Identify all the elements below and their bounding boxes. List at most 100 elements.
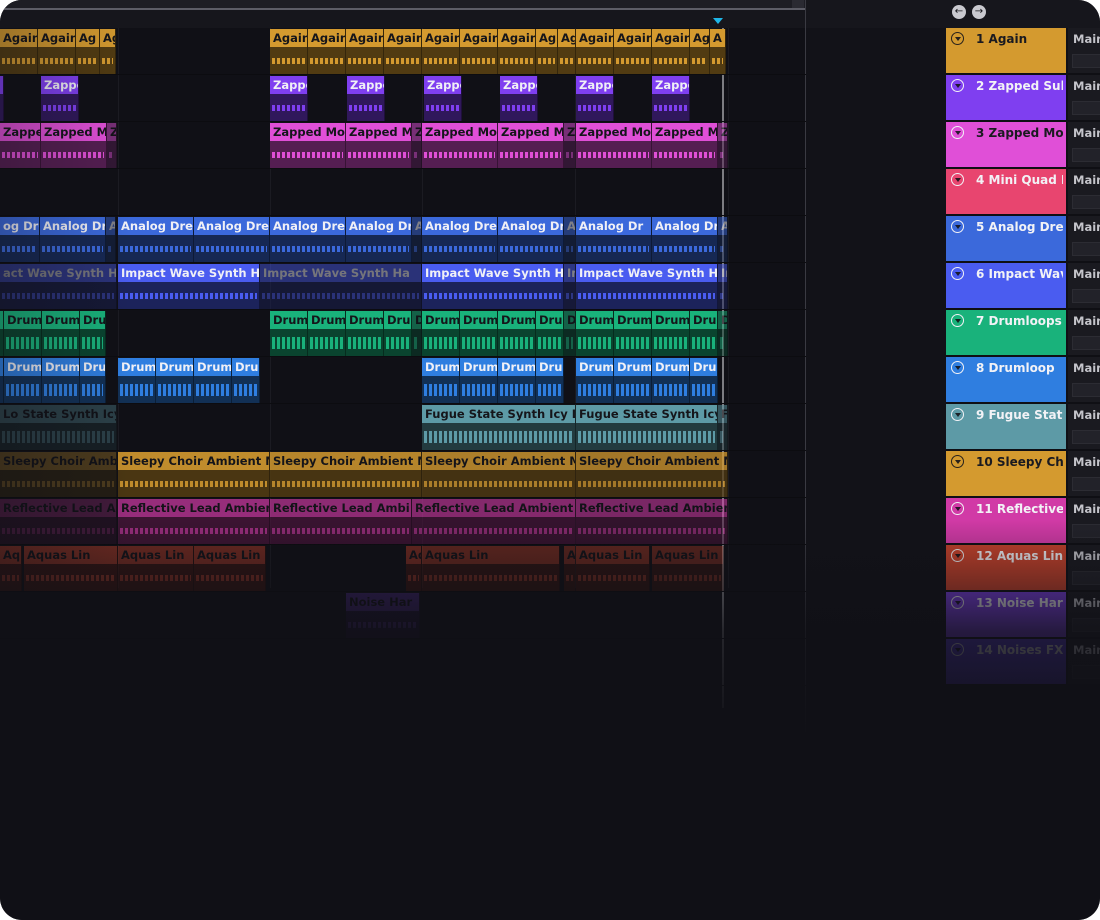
clip[interactable]: Analog Dr bbox=[106, 217, 116, 262]
clip[interactable]: Again bbox=[422, 29, 460, 74]
output-selector[interactable] bbox=[1072, 289, 1100, 303]
track-header[interactable]: 10 Sleepy Ch bbox=[946, 451, 1066, 498]
clip[interactable]: Again bbox=[460, 29, 498, 74]
clip[interactable]: Zapped Mor bbox=[652, 123, 718, 168]
arrow-left-icon[interactable]: ← bbox=[952, 5, 966, 19]
clip[interactable]: Analog Dr bbox=[498, 217, 564, 262]
clip[interactable]: Drum bbox=[4, 358, 42, 403]
clip[interactable]: Reflective Lead Ambient bbox=[0, 499, 117, 544]
output-selector[interactable] bbox=[1072, 477, 1100, 491]
clip[interactable]: Reflective Lead Ambi bbox=[270, 499, 412, 544]
clip[interactable]: Analog Dr bbox=[564, 217, 576, 262]
clip[interactable]: Dru bbox=[412, 311, 422, 356]
clip[interactable]: Zappe bbox=[424, 76, 462, 121]
clip[interactable]: Again bbox=[652, 29, 690, 74]
clip[interactable]: Drum bbox=[346, 311, 384, 356]
clip[interactable]: Zapped Mor bbox=[422, 123, 498, 168]
clip[interactable]: Analog Dre bbox=[194, 217, 270, 262]
clip[interactable]: Dru bbox=[536, 311, 564, 356]
clip[interactable]: Zappe bbox=[41, 76, 79, 121]
track-output-routing[interactable]: Main bbox=[1068, 545, 1100, 592]
output-selector[interactable] bbox=[1072, 242, 1100, 256]
clip[interactable]: Analog Dr bbox=[412, 217, 422, 262]
clip[interactable]: Zapped M bbox=[564, 123, 576, 168]
clip[interactable]: Aquas Lin bbox=[118, 546, 194, 591]
clip[interactable]: Analog Dre bbox=[346, 217, 412, 262]
arrow-right-icon[interactable]: → bbox=[972, 5, 986, 19]
track-header[interactable]: 9 Fugue Stat bbox=[946, 404, 1066, 451]
track-output-routing[interactable]: Main bbox=[1068, 216, 1100, 263]
clip[interactable]: Again bbox=[346, 29, 384, 74]
clip[interactable]: Aquas Lin bbox=[24, 546, 118, 591]
clip[interactable]: Analog Dre bbox=[422, 217, 498, 262]
clip[interactable]: Drum bbox=[460, 311, 498, 356]
clip[interactable]: og Drea bbox=[0, 217, 40, 262]
scrollbar-thumb-end[interactable] bbox=[792, 0, 804, 8]
clip[interactable]: Drum bbox=[652, 358, 690, 403]
clip[interactable]: Again bbox=[614, 29, 652, 74]
track-output-routing[interactable]: Main bbox=[1068, 75, 1100, 122]
clip[interactable]: Sleepy Choir Ambient M bbox=[0, 452, 117, 497]
track-header[interactable]: 5 Analog Dre bbox=[946, 216, 1066, 263]
output-selector[interactable] bbox=[1072, 618, 1100, 632]
clip[interactable]: Impact Wave Synth Ha bbox=[576, 264, 718, 309]
clip[interactable]: A bbox=[710, 29, 726, 74]
clip[interactable]: Drum bbox=[194, 358, 232, 403]
track-header[interactable]: 11 Reflective bbox=[946, 498, 1066, 545]
clip[interactable]: Drum bbox=[270, 311, 308, 356]
clip[interactable]: Zapped M bbox=[412, 123, 422, 168]
clip[interactable]: Dru bbox=[384, 311, 412, 356]
clip[interactable]: Sleepy Choir Ambient M bbox=[422, 452, 576, 497]
clip[interactable]: Impact Wave Synth Ha bbox=[422, 264, 564, 309]
clip[interactable]: Again bbox=[270, 29, 308, 74]
empty-lane-area[interactable] bbox=[806, 28, 946, 688]
horizontal-scrollbar[interactable] bbox=[0, 0, 806, 10]
clip[interactable]: Drum bbox=[156, 358, 194, 403]
clip[interactable]: Sleepy Choir Ambient M bbox=[576, 452, 728, 497]
clip[interactable]: Reflective Lead Ambient bbox=[412, 499, 576, 544]
clip[interactable]: Zapped M bbox=[41, 123, 107, 168]
track-header[interactable]: 12 Aquas Lin bbox=[946, 545, 1066, 592]
clip[interactable]: Drum bbox=[498, 311, 536, 356]
fold-toggle-icon[interactable] bbox=[951, 408, 964, 421]
clip[interactable]: Zapped Mor bbox=[498, 123, 564, 168]
clip[interactable]: Drum bbox=[576, 311, 614, 356]
clip[interactable]: Lo State Synth Icy Le bbox=[0, 405, 117, 450]
clip[interactable]: Analog Dr bbox=[718, 217, 728, 262]
track-output-routing[interactable]: Main bbox=[1068, 451, 1100, 498]
output-selector[interactable] bbox=[1072, 101, 1100, 115]
output-selector[interactable] bbox=[1072, 195, 1100, 209]
track-header[interactable]: 6 Impact Wav bbox=[946, 263, 1066, 310]
clip[interactable]: Drum bbox=[118, 358, 156, 403]
clip[interactable]: Zapped Mor bbox=[576, 123, 652, 168]
clip[interactable]: Drum bbox=[4, 311, 42, 356]
track-output-routing[interactable]: Main bbox=[1068, 28, 1100, 75]
track-output-routing[interactable]: Main bbox=[1068, 122, 1100, 169]
clip[interactable]: Again bbox=[384, 29, 422, 74]
fold-toggle-icon[interactable] bbox=[951, 173, 964, 186]
clip[interactable]: Drum bbox=[576, 358, 614, 403]
track-header[interactable]: 7 Drumloops bbox=[946, 310, 1066, 357]
clip[interactable]: Analog Dre bbox=[118, 217, 194, 262]
clip[interactable]: Fugue State Synth Icy Le bbox=[576, 405, 718, 450]
track-header[interactable]: 1 Again bbox=[946, 28, 1066, 75]
track-header[interactable]: 2 Zapped Sub bbox=[946, 75, 1066, 122]
clip[interactable]: Drum bbox=[460, 358, 498, 403]
clip[interactable]: Ag bbox=[558, 29, 576, 74]
clip[interactable]: Aquas Lin bbox=[422, 546, 560, 591]
clip[interactable]: Analog Dr bbox=[40, 217, 106, 262]
clip[interactable]: Zappe bbox=[576, 76, 614, 121]
clip[interactable]: Impact Wave Synth Ha bbox=[564, 264, 576, 309]
track-header[interactable]: 3 Zapped Mo bbox=[946, 122, 1066, 169]
clip[interactable]: Zappe bbox=[500, 76, 538, 121]
clip[interactable]: Analog Dr bbox=[652, 217, 718, 262]
clip[interactable]: Dru bbox=[690, 358, 718, 403]
clip[interactable]: Again bbox=[0, 29, 38, 74]
clip[interactable]: Zapped M bbox=[107, 123, 117, 168]
clip[interactable]: Dru bbox=[718, 311, 728, 356]
track-header[interactable]: 4 Mini Quad F bbox=[946, 169, 1066, 216]
fold-toggle-icon[interactable] bbox=[951, 32, 964, 45]
clip[interactable]: Aquas Lin bbox=[576, 546, 650, 591]
clip[interactable]: Zapped bbox=[0, 76, 4, 121]
fold-toggle-icon[interactable] bbox=[951, 314, 964, 327]
